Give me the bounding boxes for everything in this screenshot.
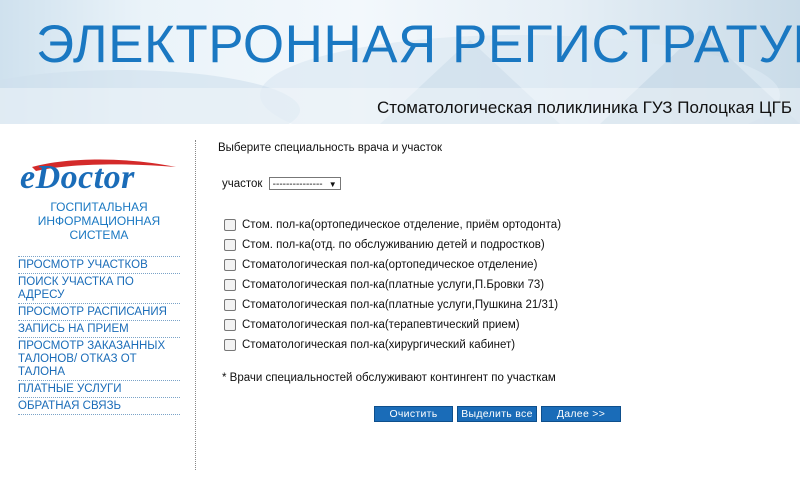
action-buttons: Очистить Выделить все Далее >> [374,406,621,422]
menu-item-book-appointment[interactable]: ЗАПИСЬ НА ПРИЕМ [18,320,180,337]
menu-item-feedback[interactable]: ОБРАТНАЯ СВЯЗЬ [18,397,180,415]
district-select[interactable]: --------------- ▼ [268,177,341,190]
menu-item-view-tickets-cancel[interactable]: ПРОСМОТР ЗАКАЗАННЫХ ТАЛОНОВ/ ОТКАЗ ОТ ТА… [18,337,180,380]
vertical-divider [195,140,196,470]
specialty-checkbox[interactable] [224,219,236,231]
specialty-checkbox[interactable] [224,279,236,291]
specialty-checkbox[interactable] [224,259,236,271]
specialty-label: Стоматологическая пол-ка(хирургический к… [242,339,516,351]
sidebar: eDoctor ГОСПИТАЛЬНАЯ ИНФОРМАЦИОННАЯ СИСТ… [0,127,196,488]
specialty-list: Стом. пол-ка(ортопедическое отделение, п… [224,215,561,355]
clinic-name: Стоматологическая поликлиника ГУЗ Полоцк… [376,98,792,117]
specialty-item[interactable]: Стоматологическая пол-ка(хирургический к… [224,335,561,355]
specialty-checkbox[interactable] [224,239,236,251]
specialty-item[interactable]: Стоматологическая пол-ка(терапевтический… [224,315,561,335]
page-title: ЭЛЕКТРОННАЯ РЕГИСТРАТУРА [36,15,800,74]
specialty-checkbox[interactable] [224,299,236,311]
logo-caption: ГОСПИТАЛЬНАЯ ИНФОРМАЦИОННАЯ СИСТЕМА [37,200,161,242]
logo-e: e [20,159,36,196]
next-button[interactable]: Далее >> [541,406,621,422]
district-label: участок [222,177,263,190]
district-selected-value: --------------- [272,179,323,190]
instruction-text: Выберите специальность врача и участок [218,142,443,154]
menu-item-find-district-by-address[interactable]: ПОИСК УЧАСТКА ПО АДРЕСУ [18,273,180,303]
menu-item-view-districts[interactable]: ПРОСМОТР УЧАСТКОВ [18,256,180,273]
menu-item-paid-services[interactable]: ПЛАТНЫЕ УСЛУГИ [18,380,180,397]
district-row: участок --------------- ▼ [222,177,341,190]
logo-text: eDoctor [20,159,135,197]
specialty-label: Стоматологическая пол-ка(платные услуги,… [242,299,559,311]
menu-item-view-schedule[interactable]: ПРОСМОТР РАСПИСАНИЯ [18,303,180,320]
specialty-item[interactable]: Стоматологическая пол-ка(ортопедическое … [224,255,561,275]
dropdown-arrow-icon: ▼ [328,180,337,189]
district-note: * Врачи специальностей обслуживают конти… [222,372,556,384]
specialty-checkbox[interactable] [224,319,236,331]
logo-doctor: Doctor [35,159,135,196]
specialty-label: Стоматологическая пол-ка(платные услуги,… [242,279,545,291]
specialty-item[interactable]: Стом. пол-ка(отд. по обслуживанию детей … [224,235,561,255]
specialty-item[interactable]: Стоматологическая пол-ка(платные услуги,… [224,275,561,295]
specialty-label: Стом. пол-ка(ортопедическое отделение, п… [242,219,562,231]
specialty-checkbox[interactable] [224,339,236,351]
clear-button[interactable]: Очистить [374,406,453,422]
select-all-button[interactable]: Выделить все [457,406,537,422]
specialty-item[interactable]: Стоматологическая пол-ка(платные услуги,… [224,295,561,315]
specialty-label: Стоматологическая пол-ка(ортопедическое … [242,259,538,271]
header-banner: ЭЛЕКТРОННАЯ РЕГИСТРАТУРА Стоматологическ… [0,0,800,124]
specialty-label: Стоматологическая пол-ка(терапевтический… [242,319,520,331]
specialty-label: Стом. пол-ка(отд. по обслуживанию детей … [242,239,545,251]
sidebar-menu: ПРОСМОТР УЧАСТКОВ ПОИСК УЧАСТКА ПО АДРЕС… [18,256,180,415]
edoctor-logo[interactable]: eDoctor [18,155,180,199]
specialty-item[interactable]: Стом. пол-ка(ортопедическое отделение, п… [224,215,561,235]
